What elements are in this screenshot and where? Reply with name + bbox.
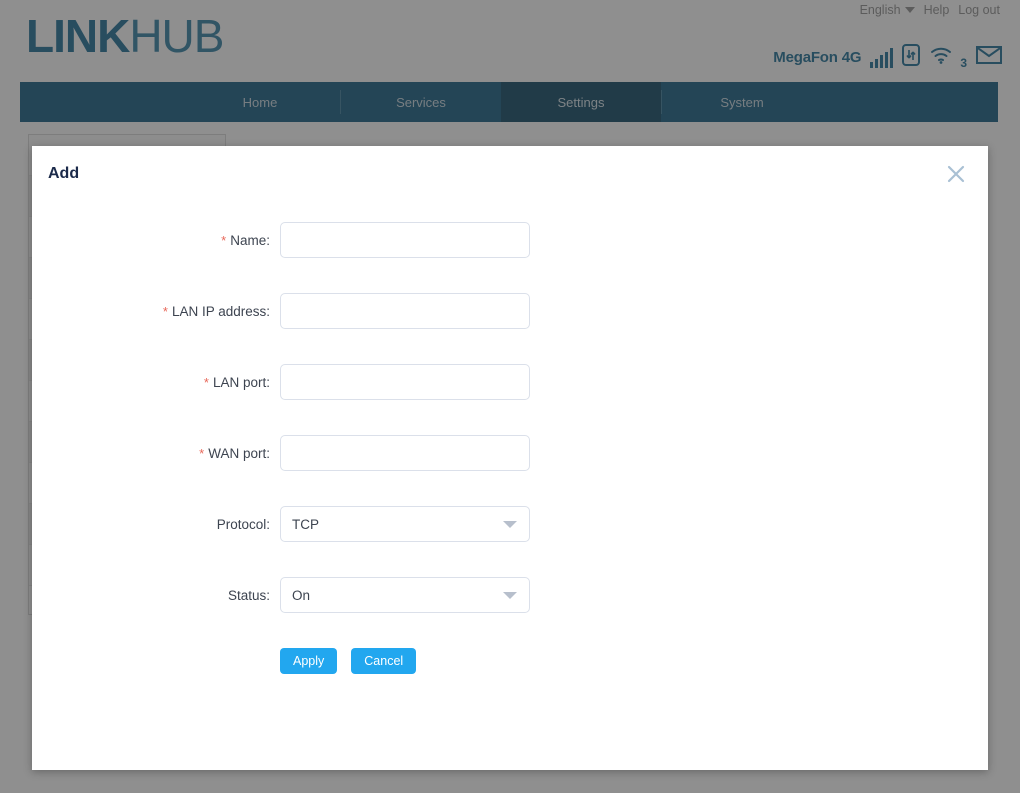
label-lan-ip: * LAN IP address: xyxy=(32,304,280,319)
name-input[interactable] xyxy=(280,222,530,258)
required-asterisk: * xyxy=(203,374,209,390)
dialog-title: Add xyxy=(48,165,80,182)
chevron-down-icon xyxy=(503,592,517,599)
status-selected-value: On xyxy=(292,587,311,603)
label-protocol-text: Protocol: xyxy=(216,516,270,532)
close-icon[interactable] xyxy=(942,160,970,188)
label-status-text: Status: xyxy=(227,587,270,603)
field-row-name: * Name: xyxy=(32,222,988,258)
dialog-actions: Apply Cancel xyxy=(280,648,988,674)
field-row-status: Status: On xyxy=(32,577,988,613)
lan-ip-address-input[interactable] xyxy=(280,293,530,329)
field-row-wan-port: * WAN port: xyxy=(32,435,988,471)
label-status: Status: xyxy=(32,588,280,603)
required-asterisk: * xyxy=(221,232,227,248)
control-wan-port xyxy=(280,435,530,471)
label-name: * Name: xyxy=(32,233,280,248)
required-asterisk: * xyxy=(162,303,168,319)
lan-port-input[interactable] xyxy=(280,364,530,400)
control-status: On xyxy=(280,577,530,613)
label-wan-port: * WAN port: xyxy=(32,446,280,461)
protocol-selected-value: TCP xyxy=(292,516,319,532)
control-name xyxy=(280,222,530,258)
add-rule-dialog: Add * Name: * LAN IP address: * LAN port: xyxy=(32,146,988,770)
apply-button[interactable]: Apply xyxy=(280,648,338,674)
label-lan-port: * LAN port: xyxy=(32,375,280,390)
label-wan-port-text: WAN port: xyxy=(208,445,270,461)
wan-port-input[interactable] xyxy=(280,435,530,471)
label-protocol: Protocol: xyxy=(32,517,280,532)
field-row-protocol: Protocol: TCP xyxy=(32,506,988,542)
field-row-lan-ip: * LAN IP address: xyxy=(32,293,988,329)
field-row-lan-port: * LAN port: xyxy=(32,364,988,400)
required-asterisk: * xyxy=(199,445,205,461)
protocol-select[interactable]: TCP xyxy=(280,506,530,542)
cancel-button[interactable]: Cancel xyxy=(351,648,417,674)
label-lan-port-text: LAN port: xyxy=(212,374,270,390)
chevron-down-icon xyxy=(503,521,517,528)
status-select[interactable]: On xyxy=(280,577,530,613)
label-name-text: Name: xyxy=(230,232,270,248)
control-lan-ip xyxy=(280,293,530,329)
add-rule-form: * Name: * LAN IP address: * LAN port: * … xyxy=(32,222,988,674)
label-lan-ip-text: LAN IP address: xyxy=(171,303,270,319)
control-lan-port xyxy=(280,364,530,400)
control-protocol: TCP xyxy=(280,506,530,542)
